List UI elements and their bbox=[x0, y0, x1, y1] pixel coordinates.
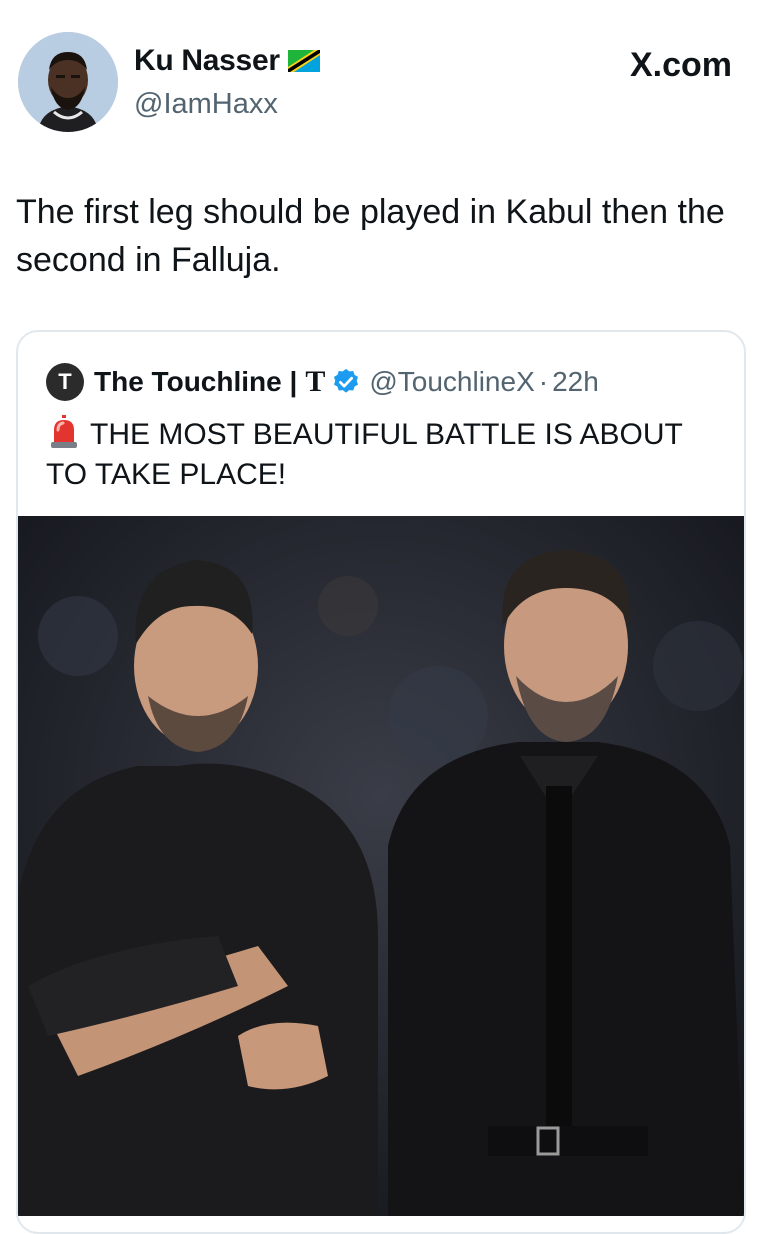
tweet-header: Ku Nasser @IamHaxx X.com bbox=[16, 30, 744, 136]
quoted-tweet-text: THE MOST BEAUTIFUL BATTLE IS ABOUT TO TA… bbox=[46, 418, 683, 491]
tweet-text: The first leg should be played in Kabul … bbox=[16, 193, 725, 279]
author-name-text: Ku Nasser bbox=[134, 44, 280, 77]
quoted-author-avatar[interactable]: T bbox=[46, 363, 84, 401]
quoted-tweet-header: T The Touchline | T @TouchlineX · 22h bbox=[46, 362, 599, 402]
author-handle[interactable]: @IamHaxx bbox=[134, 88, 278, 121]
quoted-tweet-card[interactable]: T The Touchline | T @TouchlineX · 22h TH… bbox=[16, 330, 746, 1234]
verified-badge-icon bbox=[334, 368, 359, 393]
quoted-author-name[interactable]: The Touchline | bbox=[94, 366, 297, 398]
separator-dot: · bbox=[538, 366, 549, 397]
tanzania-flag-icon bbox=[287, 50, 320, 72]
quoted-author-name-suffix: T bbox=[305, 365, 326, 398]
author-avatar[interactable] bbox=[18, 32, 118, 132]
quoted-tweet-time[interactable]: 22h bbox=[552, 366, 599, 398]
quoted-author-handle[interactable]: @TouchlineX bbox=[369, 366, 534, 398]
avatar-image bbox=[18, 32, 118, 132]
author-name[interactable]: Ku Nasser bbox=[134, 44, 320, 78]
quoted-tweet-photo[interactable] bbox=[18, 516, 744, 1216]
quoted-tweet-text-block: THE MOST BEAUTIFUL BATTLE IS ABOUT TO TA… bbox=[46, 414, 706, 495]
police-siren-icon bbox=[51, 415, 77, 448]
site-label: X.com bbox=[629, 46, 732, 84]
coaches-photo-image bbox=[18, 516, 744, 1216]
